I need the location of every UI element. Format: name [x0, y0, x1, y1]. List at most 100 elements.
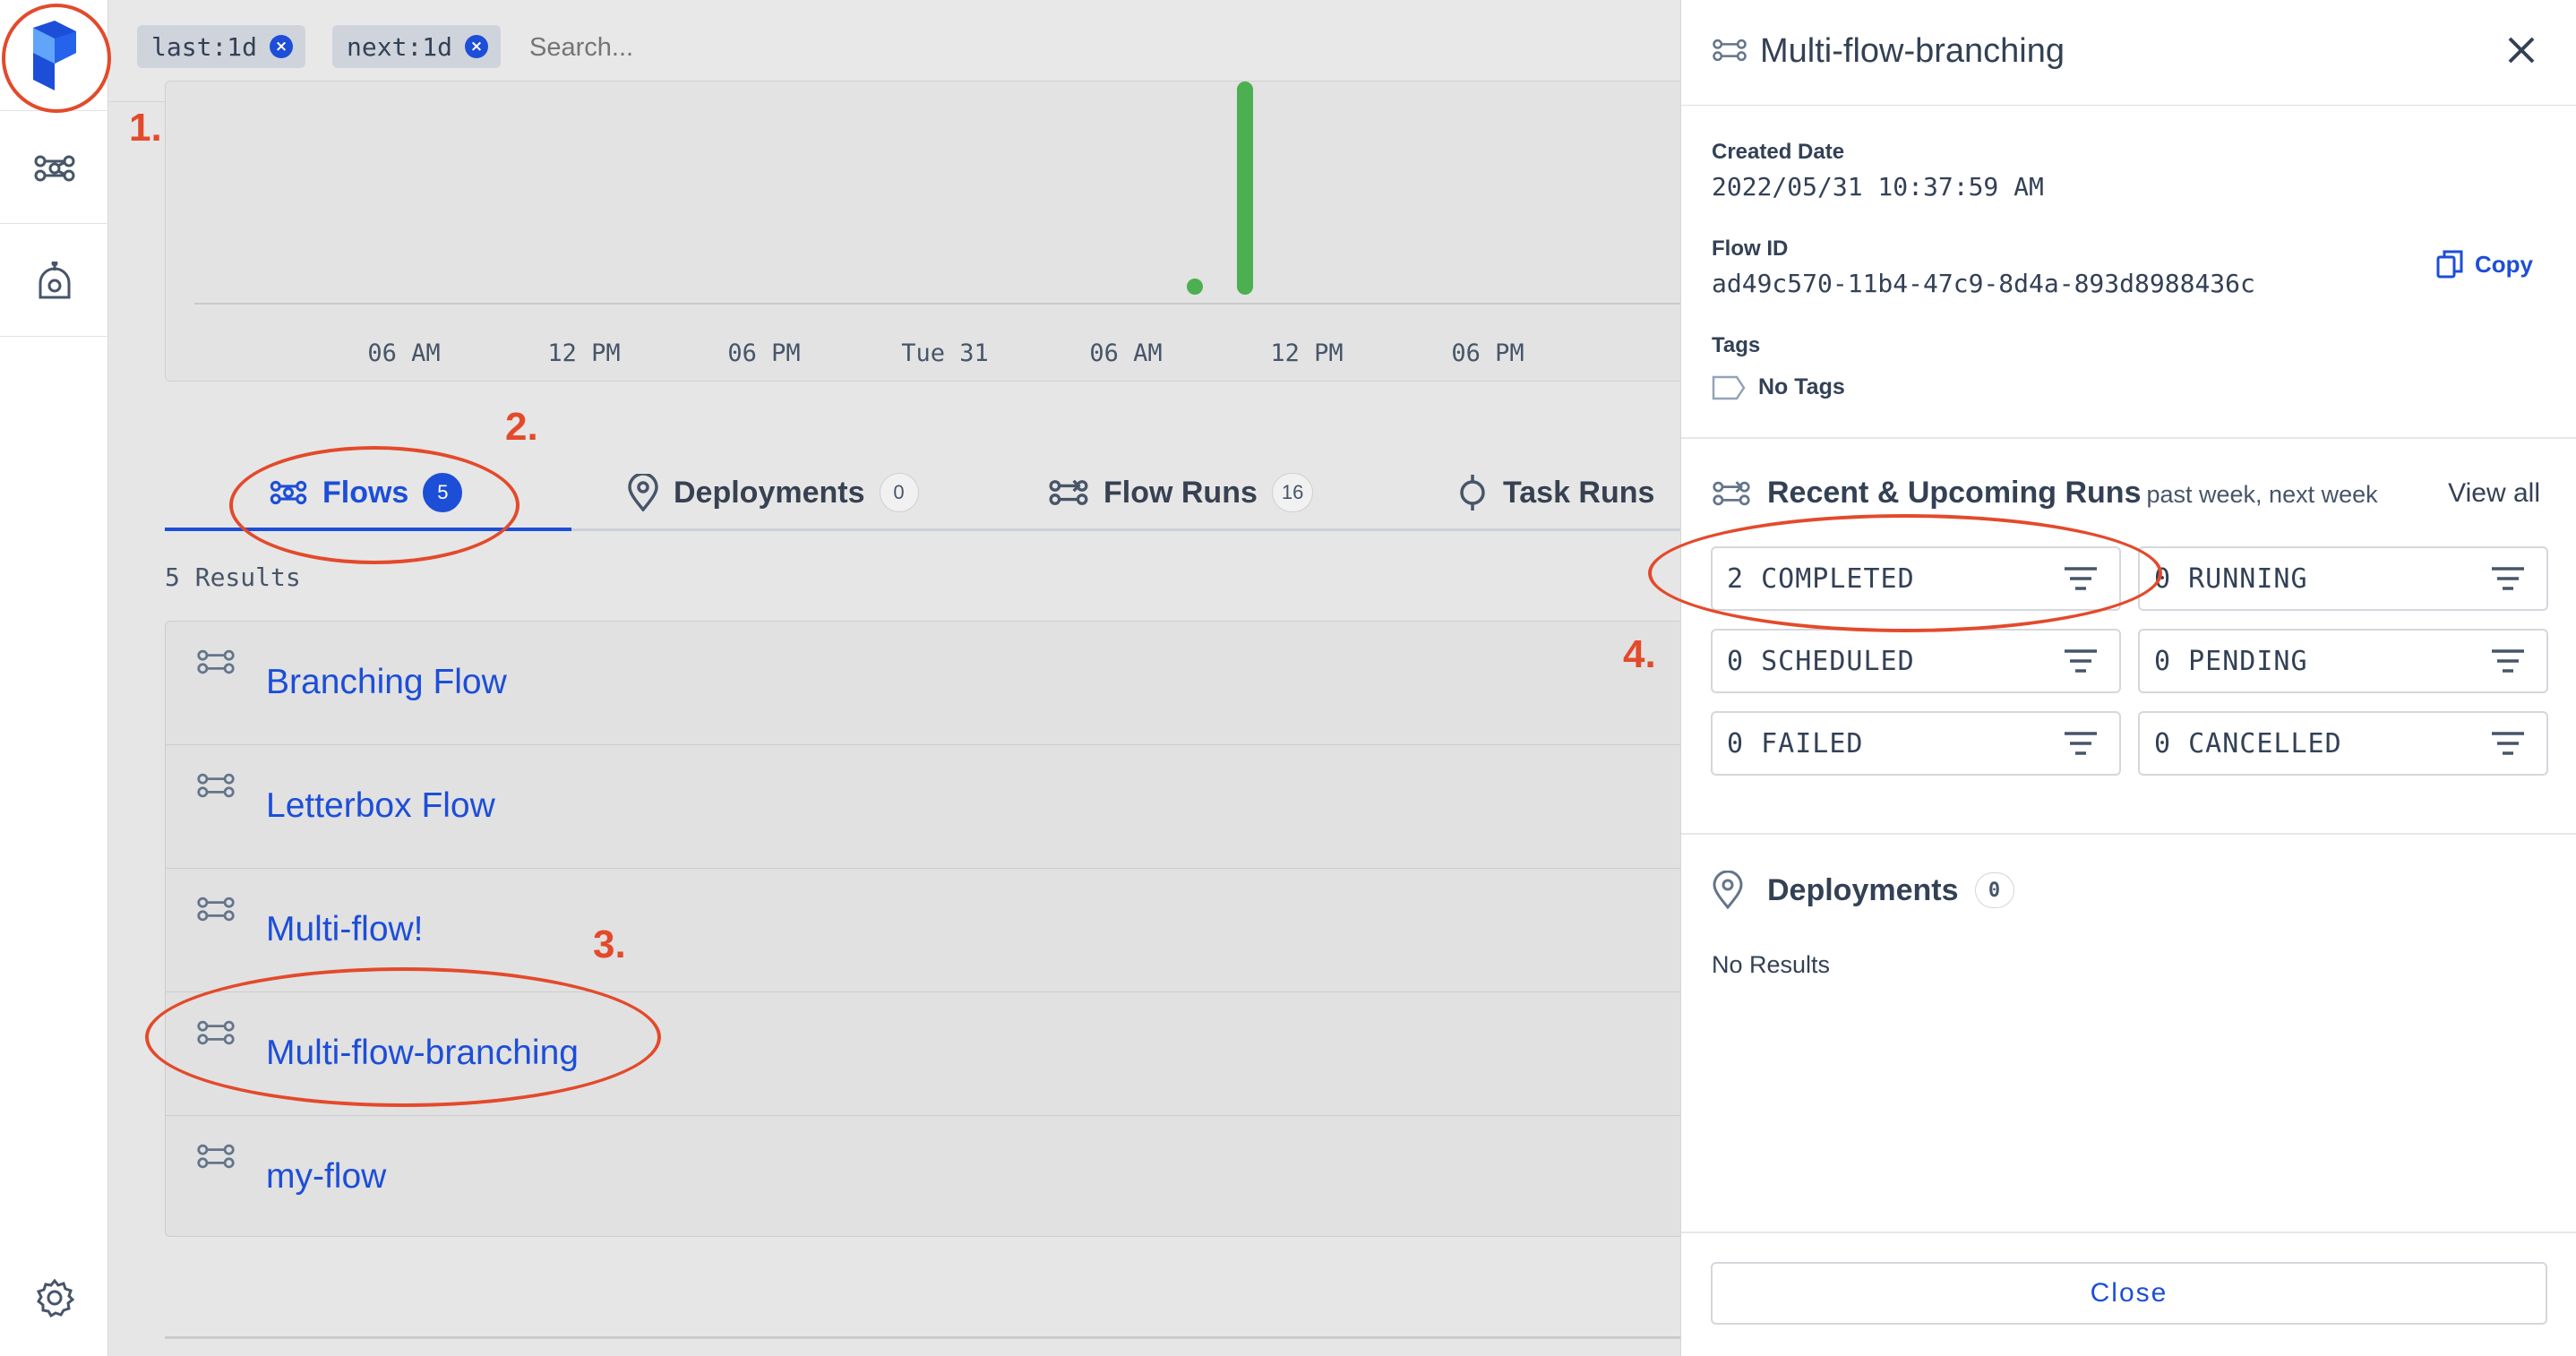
chart-svg: 06 AM 12 PM 06 PM Tue 31 06 AM 12 PM 06 …	[194, 82, 1688, 367]
state-filter-pending[interactable]: 0 PENDING	[2138, 629, 2548, 693]
panel-header: Multi-flow-branching	[1681, 0, 2576, 106]
tab-label: Flow Runs	[1103, 475, 1258, 510]
remove-chip-icon[interactable]: ×	[465, 35, 489, 58]
location-pin-icon	[1712, 870, 1744, 914]
runs-subtitle: past week, next week	[2146, 481, 2378, 508]
location-pin-icon	[627, 474, 659, 511]
filter-chip-next[interactable]: next:1d ×	[332, 25, 502, 68]
view-all-link[interactable]: View all	[2448, 478, 2540, 509]
annotation-circle	[1648, 514, 2162, 632]
chart-x-label: 06 PM	[1451, 339, 1524, 367]
no-results-text: No Results	[1712, 951, 1831, 978]
tab-task-runs[interactable]: Task Runs	[1456, 466, 1654, 519]
tag-icon	[1712, 375, 1746, 399]
filter-icon	[2065, 732, 2097, 755]
flow-id-label: Flow ID	[1712, 236, 1789, 261]
state-text: 0 RUNNING	[2154, 562, 2308, 595]
tab-flow-runs[interactable]: Flow Runs 16	[1048, 466, 1314, 519]
remove-chip-icon[interactable]: ×	[270, 35, 294, 58]
tab-count-badge: 0	[879, 473, 919, 512]
tab-count-badge: 16	[1271, 473, 1314, 512]
section-divider	[1681, 437, 2576, 439]
state-text: 0 SCHEDULED	[1727, 645, 1915, 677]
deployments-title: Deployments	[1767, 872, 1959, 907]
flow-list: Branching Flow Letterbox Flow Multi-flow…	[165, 621, 1687, 1237]
flow-name-link[interactable]: my-flow	[266, 1157, 386, 1197]
flow-name-link[interactable]: Branching Flow	[266, 663, 507, 702]
flow-name-link[interactable]: Multi-flow!	[266, 910, 424, 949]
robot-icon	[39, 261, 70, 298]
rail-settings[interactable]	[0, 1257, 108, 1338]
close-icon[interactable]	[2498, 27, 2545, 73]
chart-x-label: 12 PM	[547, 339, 620, 367]
rail-flows[interactable]	[0, 113, 108, 224]
flow-icon	[196, 647, 236, 682]
tab-label: Task Runs	[1503, 475, 1655, 510]
flow-runs-chart: 06 AM 12 PM 06 PM Tue 31 06 AM 12 PM 06 …	[165, 81, 1688, 382]
state-filter-failed[interactable]: 0 FAILED	[1711, 711, 2121, 776]
filter-chip-label: last:1d	[151, 31, 258, 62]
tags-row: No Tags	[1712, 374, 1845, 400]
chart-x-label: Tue 31	[901, 339, 989, 367]
flow-detail-panel: Multi-flow-branching Created Date 2022/0…	[1680, 0, 2576, 1356]
state-filter-cancelled[interactable]: 0 CANCELLED	[2138, 711, 2548, 776]
created-date-value: 2022/05/31 10:37:59 AM	[1712, 172, 2044, 202]
copy-button[interactable]: Copy	[2435, 249, 2533, 279]
section-divider	[1681, 833, 2576, 835]
filter-icon	[2492, 732, 2524, 755]
chart-point	[1187, 279, 1203, 295]
chart-bar	[1237, 82, 1253, 295]
state-filter-running[interactable]: 0 RUNNING	[2138, 546, 2548, 611]
tab-deployments[interactable]: Deployments 0	[627, 466, 919, 519]
page-bottom-divider	[165, 1336, 1687, 1339]
filter-icon	[2492, 649, 2524, 673]
flow-runs-icon	[1048, 477, 1089, 508]
flow-icon	[1712, 36, 1747, 69]
annotation-circle	[229, 446, 519, 564]
created-date-label: Created Date	[1712, 140, 1845, 164]
runs-section-title: Recent & Upcoming Runs past week, next we…	[1767, 476, 2378, 511]
state-text: 0 CANCELLED	[2154, 727, 2342, 760]
task-runs-icon	[1456, 473, 1489, 512]
copy-icon	[2436, 250, 2463, 279]
panel-title: Multi-flow-branching	[1760, 32, 2065, 70]
annotation-number: 2.	[505, 405, 538, 449]
search-input[interactable]	[529, 27, 888, 68]
chart-x-label: 06 PM	[727, 339, 800, 367]
flow-runs-icon	[1712, 478, 1751, 513]
filter-icon	[2492, 567, 2524, 590]
flows-icon	[34, 155, 74, 181]
footer-divider	[1681, 1232, 2576, 1233]
flow-name-link[interactable]: Letterbox Flow	[266, 786, 495, 826]
no-tags-text: No Tags	[1758, 374, 1845, 399]
state-filter-scheduled[interactable]: 0 SCHEDULED	[1711, 629, 2121, 693]
filter-chip-last[interactable]: last:1d ×	[137, 25, 306, 68]
runs-title: Recent & Upcoming Runs	[1767, 476, 2142, 510]
list-item[interactable]: Branching Flow	[166, 622, 1687, 745]
list-item[interactable]: my-flow	[166, 1116, 1687, 1236]
chart-x-label: 12 PM	[1270, 339, 1343, 367]
left-rail	[0, 0, 108, 1356]
tags-label: Tags	[1712, 333, 1761, 357]
filter-chip-label: next:1d	[347, 31, 453, 62]
tab-label: Deployments	[674, 475, 865, 510]
state-text: 0 FAILED	[1727, 727, 1864, 760]
results-count: 5 Results	[165, 562, 301, 592]
flow-icon	[196, 770, 236, 805]
gear-icon	[36, 1278, 74, 1317]
chart-x-label: 06 AM	[367, 339, 440, 367]
filter-icon	[2065, 649, 2097, 673]
annotation-number: 3.	[593, 923, 626, 966]
list-item[interactable]: Letterbox Flow	[166, 745, 1687, 869]
annotation-circle	[2, 4, 111, 113]
deployments-section-title: Deployments 0	[1767, 872, 2014, 908]
annotation-number: 1.	[129, 106, 162, 150]
state-text: 0 PENDING	[2154, 645, 2308, 677]
annotation-circle	[145, 967, 661, 1107]
rail-workqueues[interactable]	[0, 226, 108, 337]
flow-icon	[196, 1141, 236, 1176]
close-button[interactable]: Close	[1711, 1262, 2547, 1325]
deployments-count-badge: 0	[1974, 872, 2014, 908]
flow-id-value: ad49c570-11b4-47c9-8d4a-893d8988436c	[1712, 269, 2255, 298]
flow-icon	[196, 894, 236, 929]
